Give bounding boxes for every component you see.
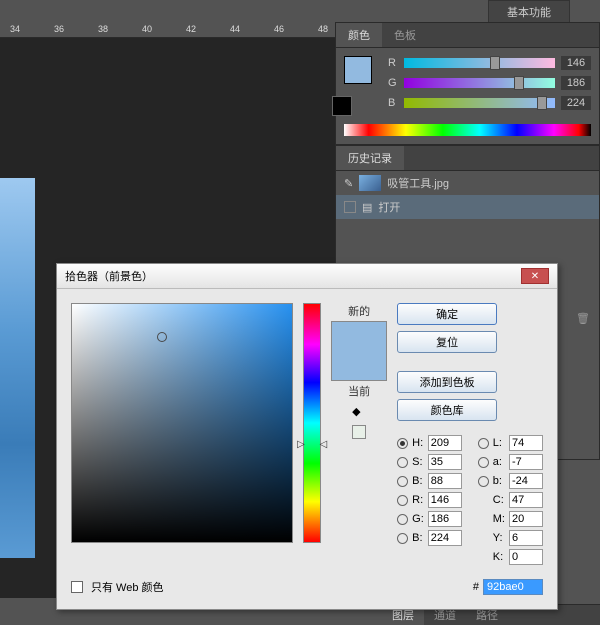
reset-button[interactable]: 复位 <box>397 331 497 353</box>
g-label: G <box>388 77 398 89</box>
input-r[interactable] <box>428 492 462 508</box>
hue-slider[interactable] <box>303 303 321 543</box>
gamut-color-box[interactable] <box>352 425 366 439</box>
b-slider[interactable] <box>404 98 555 108</box>
background-swatch[interactable] <box>332 96 352 116</box>
input-bv[interactable] <box>428 473 462 489</box>
snapshot-checkbox[interactable] <box>344 201 356 213</box>
color-panel-group: 颜色 色板 R 146 G 186 B <box>335 22 600 145</box>
r-label: R <box>388 57 398 69</box>
spectrum-bar[interactable] <box>344 124 591 136</box>
color-field[interactable] <box>71 303 293 543</box>
input-c[interactable] <box>509 492 543 508</box>
web-only-label: 只有 Web 颜色 <box>91 579 164 595</box>
history-document[interactable]: ✎ 吸管工具.jpg <box>336 171 599 195</box>
color-libraries-button[interactable]: 颜色库 <box>397 399 497 421</box>
add-swatch-button[interactable]: 添加到色板 <box>397 371 497 393</box>
tab-history[interactable]: 历史记录 <box>336 146 404 170</box>
new-color-swatch <box>332 322 386 351</box>
color-field-cursor[interactable] <box>157 332 167 342</box>
r-slider[interactable] <box>404 58 555 68</box>
dialog-titlebar[interactable]: 拾色器（前景色） ✕ <box>57 264 557 289</box>
g-value[interactable]: 186 <box>561 76 591 90</box>
input-m[interactable] <box>509 511 543 527</box>
hex-input[interactable] <box>483 579 543 595</box>
input-h[interactable] <box>428 435 462 451</box>
trash-icon[interactable]: 🗑 <box>576 312 590 325</box>
ok-button[interactable]: 确定 <box>397 303 497 325</box>
radio-g[interactable] <box>397 514 408 525</box>
web-only-checkbox[interactable] <box>71 581 83 593</box>
b-label: B <box>388 97 398 109</box>
r-value[interactable]: 146 <box>561 56 591 70</box>
app-topbar: 基本功能 <box>0 0 600 22</box>
radio-b[interactable] <box>478 476 489 487</box>
input-b[interactable] <box>509 473 543 489</box>
input-a[interactable] <box>509 454 543 470</box>
hex-label: # <box>473 581 479 593</box>
radio-bv[interactable] <box>397 476 408 487</box>
radio-r[interactable] <box>397 495 408 506</box>
gamut-warning-icon[interactable]: ◆ <box>352 405 366 419</box>
input-g[interactable] <box>428 511 462 527</box>
b-value[interactable]: 224 <box>561 96 591 110</box>
radio-h[interactable] <box>397 438 408 449</box>
dialog-title: 拾色器（前景色） <box>65 268 153 284</box>
input-k[interactable] <box>509 549 543 565</box>
tab-swatches[interactable]: 色板 <box>382 23 428 47</box>
history-step-open[interactable]: ▤ 打开 <box>336 195 599 219</box>
radio-s[interactable] <box>397 457 408 468</box>
radio-l[interactable] <box>478 438 489 449</box>
current-color-swatch <box>332 351 386 380</box>
radio-bb[interactable] <box>397 533 408 544</box>
g-slider[interactable] <box>404 78 555 88</box>
current-color-label: 当前 <box>348 383 370 399</box>
foreground-swatch[interactable] <box>344 56 372 84</box>
workspace-selector[interactable]: 基本功能 <box>488 0 570 24</box>
input-l[interactable] <box>509 435 543 451</box>
input-s[interactable] <box>428 454 462 470</box>
hue-pointer-left: ▷ <box>297 439 305 450</box>
new-color-label: 新的 <box>348 303 370 319</box>
document-thumb-icon <box>359 175 381 191</box>
document-icon: ▤ <box>362 201 372 214</box>
color-preview <box>331 321 387 381</box>
input-bb[interactable] <box>428 530 462 546</box>
hue-pointer-right: ◁ <box>319 439 327 450</box>
input-y[interactable] <box>509 530 543 546</box>
radio-a[interactable] <box>478 457 489 468</box>
close-button[interactable]: ✕ <box>521 268 549 284</box>
document-image <box>0 178 35 558</box>
color-picker-dialog: 拾色器（前景色） ✕ ▷ ◁ 新的 当前 ◆ 确定 复位 添加到色板 颜色库 <box>56 263 558 610</box>
brush-icon: ✎ <box>344 177 353 190</box>
tab-color[interactable]: 颜色 <box>336 23 382 47</box>
